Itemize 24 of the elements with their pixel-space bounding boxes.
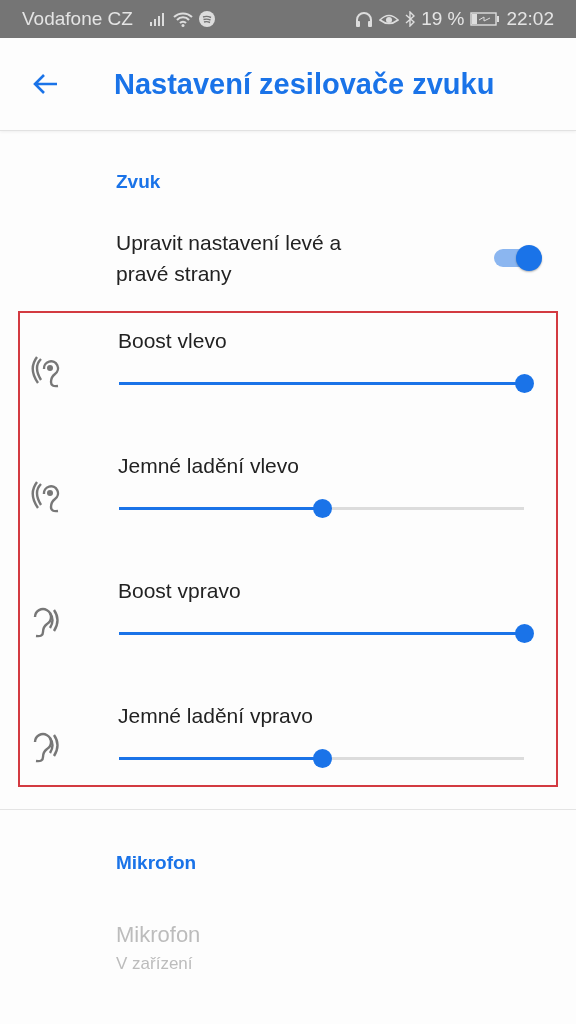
screen-title: Nastavení zesilovače zvuku bbox=[114, 67, 495, 101]
signal-icon bbox=[148, 12, 167, 26]
section-header: Zvuk bbox=[116, 171, 162, 194]
back-arrow-icon bbox=[32, 73, 58, 95]
toggle-switch[interactable] bbox=[492, 243, 544, 273]
carrier-name: Vodafone CZ bbox=[22, 8, 133, 30]
slider-label: Boost vpravo bbox=[118, 579, 242, 603]
setting-label: Upravit nastavení levé a pravé strany bbox=[116, 230, 343, 287]
hearing-icon bbox=[30, 355, 62, 389]
setting-subtitle: V zařízení bbox=[116, 954, 194, 974]
clock: 22:02 bbox=[506, 8, 554, 30]
bluetooth-icon bbox=[405, 11, 416, 27]
headphones-icon bbox=[355, 11, 374, 27]
music-app-icon bbox=[198, 11, 215, 27]
hearing-icon bbox=[30, 480, 62, 514]
slider-label: Boost vlevo bbox=[118, 329, 228, 353]
slider-label: Jemné ladění vlevo bbox=[118, 454, 300, 478]
setting-title: Mikrofon bbox=[116, 922, 202, 948]
wifi-icon bbox=[172, 11, 193, 27]
slider-label: Jemné ladění vpravo bbox=[118, 704, 314, 728]
battery-icon bbox=[470, 12, 501, 26]
section-header: Mikrofon bbox=[116, 852, 198, 875]
battery-percent: 19 % bbox=[421, 8, 465, 30]
eye-icon bbox=[379, 12, 400, 26]
